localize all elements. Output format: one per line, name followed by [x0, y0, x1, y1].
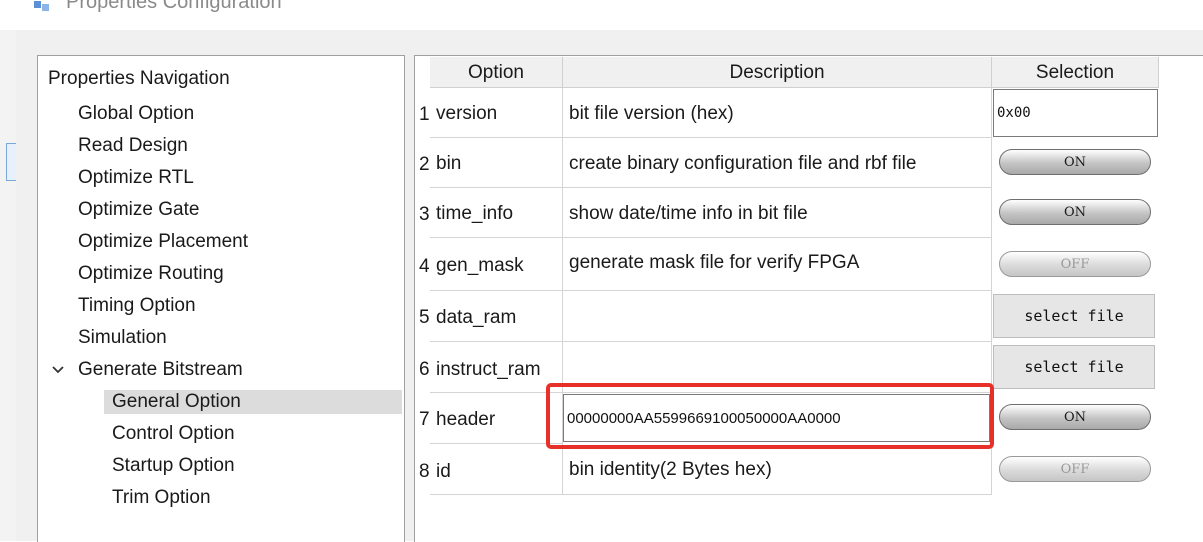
- column-header-option[interactable]: Option: [430, 57, 563, 88]
- title-bar: Properties Configuration: [0, 0, 1203, 30]
- nav-item-trim-option[interactable]: Trim Option: [112, 486, 211, 510]
- row-number: 1: [419, 104, 430, 125]
- column-header-description[interactable]: Description: [563, 57, 992, 88]
- row-number: 7: [419, 409, 430, 430]
- description-text: create binary configuration file and rbf…: [569, 153, 917, 174]
- nav-item-control-option[interactable]: Control Option: [112, 422, 235, 446]
- data-ram-select-file-button[interactable]: select file: [993, 294, 1155, 338]
- time-info-toggle[interactable]: ON: [999, 199, 1151, 225]
- description-text: generate mask file for verify FPGA: [569, 252, 860, 273]
- description-cell: create binary configuration file and rbf…: [563, 138, 992, 188]
- gen-mask-toggle[interactable]: OFF: [999, 251, 1151, 277]
- background-window-strip: [0, 30, 17, 541]
- nav-item-optimize-gate[interactable]: Optimize Gate: [78, 198, 199, 222]
- description-text: bit file version (hex): [569, 103, 734, 124]
- navigation-title: Properties Navigation: [48, 68, 230, 89]
- option-name: instruct_ram: [436, 359, 541, 380]
- nav-item-read-design[interactable]: Read Design: [78, 134, 188, 158]
- table-row-time-info: time_info: [430, 188, 563, 238]
- row-number: 4: [419, 256, 430, 277]
- description-cell: bin identity(2 Bytes hex): [563, 444, 992, 495]
- nav-item-optimize-rtl[interactable]: Optimize RTL: [78, 166, 194, 190]
- option-name: id: [436, 461, 451, 482]
- option-name: header: [436, 409, 496, 430]
- table-row-version: version: [430, 88, 563, 138]
- nav-item-global-option[interactable]: Global Option: [78, 102, 194, 126]
- version-value-input[interactable]: 0x00: [993, 89, 1158, 137]
- description-cell: show date/time info in bit file: [563, 188, 992, 238]
- app-icon: [34, 1, 49, 11]
- chevron-down-icon[interactable]: [51, 365, 65, 375]
- description-text: bin identity(2 Bytes hex): [569, 459, 772, 480]
- row-number: 3: [419, 204, 430, 225]
- bin-toggle[interactable]: ON: [999, 149, 1151, 175]
- nav-item-generate-bitstream[interactable]: Generate Bitstream: [78, 358, 243, 382]
- id-toggle[interactable]: OFF: [999, 456, 1151, 482]
- instruct-ram-select-file-button[interactable]: select file: [993, 345, 1155, 389]
- description-cell: bit file version (hex): [563, 88, 992, 138]
- row-number: 2: [419, 154, 430, 175]
- highlight-annotation-box: [546, 383, 994, 449]
- row-number: 6: [419, 359, 430, 380]
- window-title: Properties Configuration: [66, 0, 282, 13]
- table-row-id: id: [430, 444, 563, 495]
- nav-item-simulation[interactable]: Simulation: [78, 326, 167, 350]
- column-header-selection[interactable]: Selection: [992, 57, 1159, 88]
- header-toggle[interactable]: ON: [999, 404, 1151, 430]
- description-cell: generate mask file for verify FPGA: [563, 238, 992, 291]
- option-name: time_info: [436, 203, 514, 224]
- option-name: version: [436, 103, 498, 124]
- row-number: 8: [419, 461, 430, 482]
- table-row-gen-mask: gen_mask: [430, 238, 563, 291]
- nav-item-optimize-placement[interactable]: Optimize Placement: [78, 230, 248, 254]
- option-name: data_ram: [436, 307, 517, 328]
- nav-item-general-option[interactable]: General Option: [104, 390, 402, 414]
- option-name: bin: [436, 153, 462, 174]
- option-name: gen_mask: [436, 255, 524, 276]
- row-number: 5: [419, 307, 430, 328]
- nav-item-optimize-routing[interactable]: Optimize Routing: [78, 262, 224, 286]
- nav-item-startup-option[interactable]: Startup Option: [112, 454, 235, 478]
- table-row-data-ram: data_ram: [430, 291, 563, 342]
- table-row-header: header: [430, 393, 563, 444]
- table-row-instruct-ram: instruct_ram: [430, 342, 563, 393]
- description-text: show date/time info in bit file: [569, 203, 808, 224]
- properties-navigation-panel: Properties Navigation Global Option Read…: [37, 55, 405, 542]
- nav-item-timing-option[interactable]: Timing Option: [78, 294, 196, 318]
- description-cell: [563, 291, 992, 342]
- table-row-bin: bin: [430, 138, 563, 188]
